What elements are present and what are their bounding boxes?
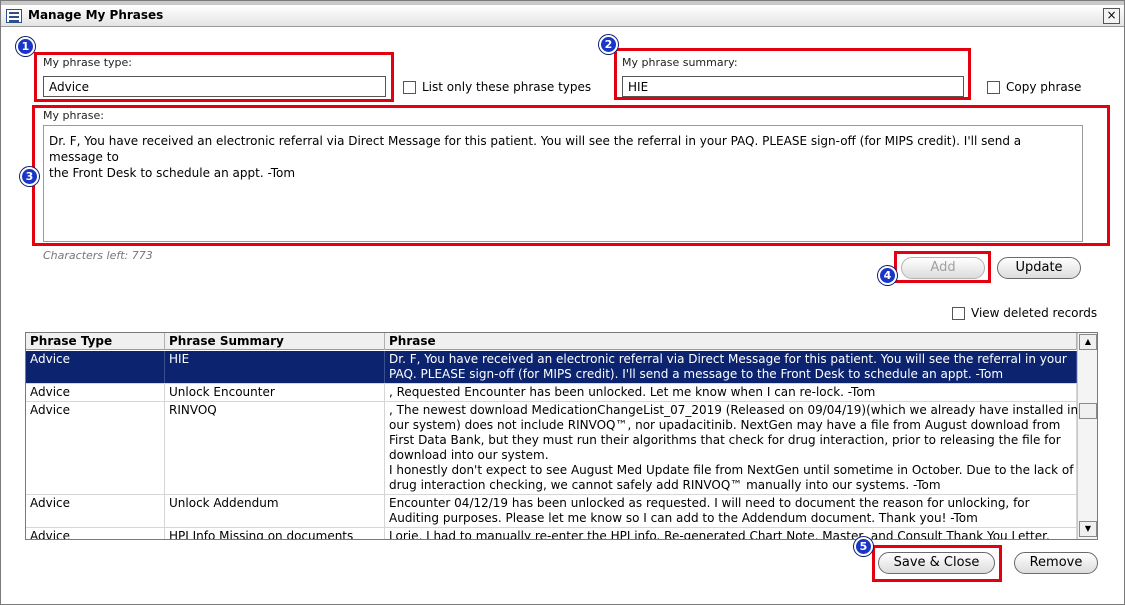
cell-phrase-line: PAQ. PLEASE sign-off (for MIPS credit). … [389,367,1004,381]
table-header: Phrase Type Phrase Summary Phrase [26,333,1077,350]
cell-phrase-line: Dr. F, You have received an electronic r… [389,352,1067,366]
table-row[interactable]: Advice Unlock Encounter , Requested Encoun… [26,384,1077,402]
update-button[interactable]: Update [997,257,1081,279]
list-only-checkbox-label: List only these phrase types [422,80,592,94]
cell-phrase-line: First Data Bank, but they must run their… [389,433,1061,447]
phrase-textarea[interactable]: Dr. F, You have received an electronic r… [43,125,1083,242]
column-header-phrase[interactable]: Phrase [385,333,1077,350]
table-row[interactable]: Advice Unlock Addendum Encounter 04/12/19 … [26,495,1077,528]
cell-phrase: Lorie, I had to manually re-enter the HP… [385,528,1077,540]
table-row[interactable]: Advice HIE Dr. F, You have received an ele… [26,351,1077,384]
close-icon[interactable]: × [1103,8,1120,24]
window-title: Manage My Phrases [28,8,164,22]
list-only-checkbox-box[interactable] [403,80,416,94]
copy-phrase-checkbox-box[interactable] [987,80,1000,94]
table-body: Advice HIE Dr. F, You have received an ele… [26,351,1077,540]
cell-phrase-type: Advice [26,402,165,494]
phrase-summary-label: My phrase summary: [622,56,738,69]
phrase-summary-field[interactable]: HIE [622,76,964,97]
copy-phrase-checkbox-label: Copy phrase [1006,80,1082,94]
phrase-text-line: Dr. F, You have received an electronic r… [49,134,1022,164]
cell-phrase: Dr. F, You have received an electronic r… [385,351,1077,383]
cell-phrase-summary: HIE [165,351,385,383]
callout-badge: 4 [878,266,897,285]
view-deleted-checkbox[interactable]: View deleted records [952,306,1097,320]
copy-phrase-checkbox[interactable]: Copy phrase [987,80,1081,94]
cell-phrase-type: Advice [26,351,165,383]
cell-phrase-type: Advice [26,384,165,401]
cell-phrase: , The newest download MedicationChangeLi… [385,402,1077,494]
cell-phrase-type: Advice [26,528,165,539]
scroll-up-arrow-icon[interactable]: ▲ [1079,334,1097,350]
cell-phrase-line: Encounter 04/12/19 has been unlocked as … [389,496,1030,510]
callout-badge: 5 [854,537,873,556]
phrase-type-field[interactable]: Advice [43,76,386,97]
list-only-checkbox[interactable]: List only these phrase types [403,80,591,94]
table-row[interactable]: Advice RINVOQ , The newest download Medica… [26,402,1077,495]
cell-phrase-line: drug interaction checking, we cannot saf… [389,478,941,492]
cell-phrase-summary: Unlock Addendum [165,495,385,527]
remove-button[interactable]: Remove [1014,552,1098,574]
phrases-table: Phrase Type Phrase Summary Phrase Advice… [25,332,1098,540]
callout-badge: 2 [599,35,618,54]
phrase-text-line: the Front Desk to schedule an appt. -Tom [49,166,296,180]
cell-phrase-type: Advice [26,495,165,527]
scroll-down-arrow-icon[interactable]: ▼ [1079,521,1097,537]
cell-phrase-line: Lorie, I had to manually re-enter the HP… [389,529,1050,540]
save-close-button[interactable]: Save & Close [878,552,995,574]
callout-badge: 3 [20,167,39,186]
cell-phrase: Encounter 04/12/19 has been unlocked as … [385,495,1077,527]
callout-badge: 1 [16,37,35,56]
list-window-icon [6,9,22,23]
column-header-phrase-type[interactable]: Phrase Type [26,333,165,350]
cell-phrase-line: I honestly don't expect to see August Me… [389,463,1074,477]
column-header-phrase-summary[interactable]: Phrase Summary [165,333,385,350]
table-vertical-scrollbar[interactable]: ▲ ▼ [1077,333,1097,539]
title-bar: Manage My Phrases × [1,5,1124,27]
phrase-label: My phrase: [43,109,104,122]
characters-left-counter: Characters left: 773 [43,249,153,262]
phrase-type-label: My phrase type: [43,56,132,69]
table-row[interactable]: Advice HPI Info Missing on documents Lorie… [26,528,1077,540]
cell-phrase-summary: RINVOQ [165,402,385,494]
view-deleted-checkbox-box[interactable] [952,306,965,320]
cell-phrase-line: our system) does not include RINVOQ™, no… [389,418,1061,432]
cell-phrase-line: , Requested Encounter has been unlocked.… [389,385,876,399]
cell-phrase-summary: Unlock Encounter [165,384,385,401]
manage-my-phrases-window: Manage My Phrases × My phrase type: Advi… [0,0,1125,605]
cell-phrase-summary: HPI Info Missing on documents [165,528,385,539]
scrollbar-thumb[interactable] [1079,403,1097,419]
cell-phrase-line: download into our system. [389,448,549,462]
cell-phrase-line: , The newest download MedicationChangeLi… [389,403,1077,417]
cell-phrase-line: Auditing purposes. Please let me know so… [389,511,978,525]
add-button[interactable]: Add [901,257,985,279]
view-deleted-checkbox-label: View deleted records [971,306,1098,320]
cell-phrase: , Requested Encounter has been unlocked.… [385,384,1077,401]
